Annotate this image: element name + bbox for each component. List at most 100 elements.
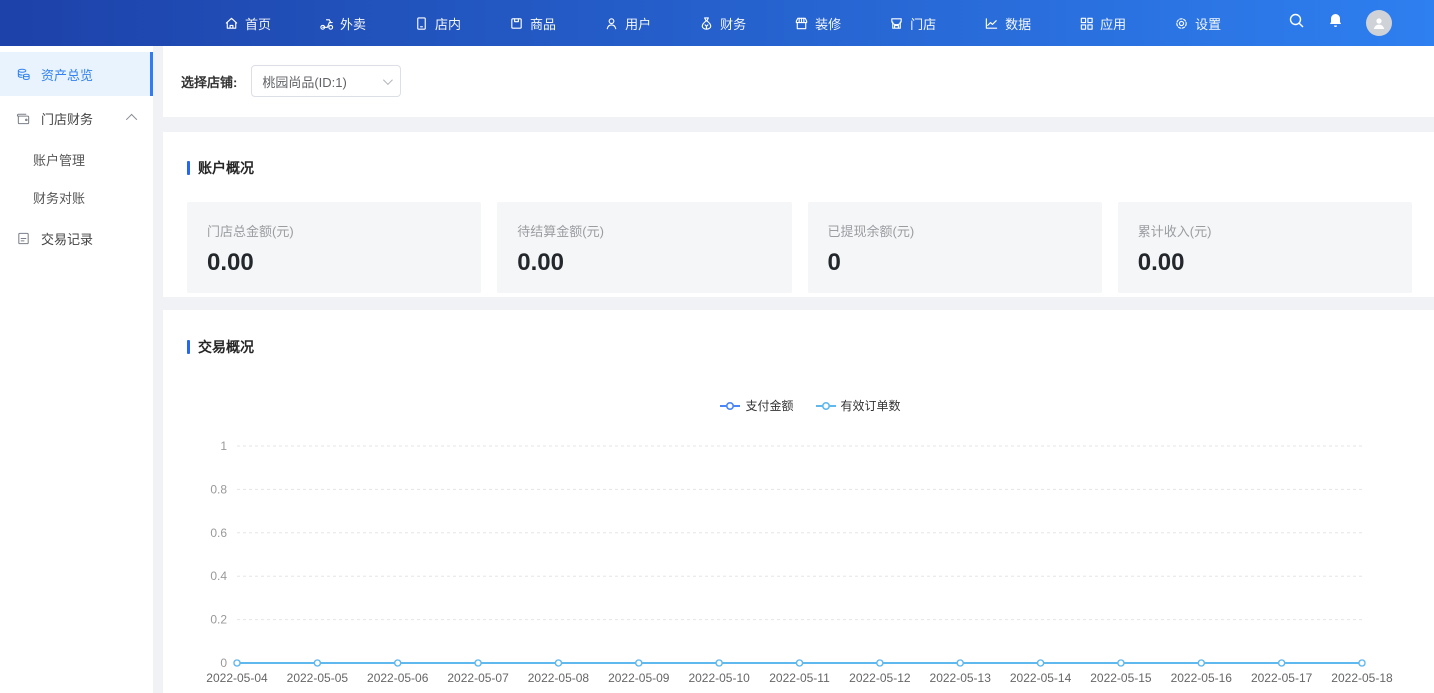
svg-text:1: 1 — [220, 439, 227, 453]
nav-item-label: 财务 — [720, 14, 746, 33]
svg-text:2022-05-05: 2022-05-05 — [287, 671, 349, 685]
stat-card-value: 0.00 — [1138, 249, 1392, 277]
stat-card-value: 0.00 — [207, 249, 461, 277]
svg-text:2022-05-09: 2022-05-09 — [608, 671, 670, 685]
stat-card-total-income: 累计收入(元) 0.00 — [1118, 202, 1412, 293]
user-icon — [604, 16, 619, 31]
nav-item-user[interactable]: 用户 — [580, 0, 675, 46]
sidebar-subitem-account-management[interactable]: 账户管理 — [0, 140, 153, 178]
chart-legend: 支付金额 有效订单数 — [187, 397, 1434, 414]
svg-text:2022-05-04: 2022-05-04 — [206, 671, 268, 685]
nav-item-store[interactable]: 门店 — [865, 0, 960, 46]
svg-text:2022-05-14: 2022-05-14 — [1010, 671, 1072, 685]
svg-text:2022-05-11: 2022-05-11 — [769, 671, 830, 685]
nav-item-label: 商品 — [530, 14, 556, 33]
account-overview-panel: 账户概况 门店总金额(元) 0.00 待结算金额(元) 0.00 已提现余额(元… — [163, 132, 1434, 297]
sidebar-item-store-finance[interactable]: 门店财务 — [0, 96, 153, 140]
svg-text:0.8: 0.8 — [210, 482, 227, 496]
stat-card-pending-settlement: 待结算金额(元) 0.00 — [497, 202, 791, 293]
line-chart-svg: 00.20.40.60.812022-05-042022-05-052022-0… — [163, 426, 1434, 688]
nav-item-home[interactable]: 首页 — [200, 0, 295, 46]
stat-cards-row: 门店总金额(元) 0.00 待结算金额(元) 0.00 已提现余额(元) 0 累… — [187, 202, 1412, 293]
nav-item-finance[interactable]: 财务 — [675, 0, 770, 46]
nav-item-label: 数据 — [1005, 14, 1031, 33]
sidebar-item-label: 门店财务 — [41, 109, 93, 128]
sidebar-item-transaction-records[interactable]: 交易记录 — [0, 216, 153, 260]
store-icon — [889, 16, 904, 31]
title-accent-bar — [187, 340, 190, 354]
nav-item-takeout[interactable]: 外卖 — [295, 0, 390, 46]
nav-right-tools — [1288, 10, 1434, 36]
transaction-overview-title: 交易概况 — [187, 337, 1434, 357]
stat-card-label: 门店总金额(元) — [207, 221, 461, 240]
goods-icon — [509, 16, 524, 31]
nav-item-goods[interactable]: 商品 — [485, 0, 580, 46]
stat-card-label: 累计收入(元) — [1138, 221, 1392, 240]
svg-text:0.4: 0.4 — [210, 569, 227, 583]
svg-text:2022-05-17: 2022-05-17 — [1251, 671, 1313, 685]
sidebar-subitem-finance-reconciliation[interactable]: 财务对账 — [0, 178, 153, 216]
svg-text:2022-05-16: 2022-05-16 — [1171, 671, 1233, 685]
store-select-dropdown[interactable]: 桃园尚品(ID:1) — [251, 65, 401, 97]
top-navbar: 首页 外卖 店内 商品 用户 财务 装修 门店 — [0, 0, 1434, 46]
svg-text:2022-05-07: 2022-05-07 — [447, 671, 509, 685]
title-accent-bar — [187, 161, 190, 175]
svg-text:2022-05-13: 2022-05-13 — [930, 671, 992, 685]
legend-line-icon — [720, 401, 740, 411]
chevron-up-icon — [126, 114, 137, 125]
nav-item-settings[interactable]: 设置 — [1150, 0, 1245, 46]
nav-item-label: 店内 — [435, 14, 461, 33]
chevron-down-icon — [383, 75, 393, 85]
stat-card-value: 0.00 — [517, 249, 771, 277]
account-overview-title: 账户概况 — [187, 158, 1412, 178]
stat-card-store-total: 门店总金额(元) 0.00 — [187, 202, 481, 293]
store-select-value: 桃园尚品(ID:1) — [262, 72, 347, 91]
home-icon — [224, 16, 239, 31]
sidebar-subitem-label: 财务对账 — [33, 188, 85, 207]
assets-icon — [16, 67, 31, 82]
sidebar-item-assets-overview[interactable]: 资产总览 — [0, 52, 153, 96]
nav-item-label: 用户 — [625, 14, 651, 33]
decorate-icon — [794, 16, 809, 31]
apps-icon — [1079, 16, 1094, 31]
takeout-icon — [319, 16, 334, 31]
search-icon[interactable] — [1288, 12, 1305, 34]
svg-text:0: 0 — [220, 656, 227, 670]
sidebar-subitem-label: 账户管理 — [33, 150, 85, 169]
nav-item-label: 门店 — [910, 14, 936, 33]
nav-item-apps[interactable]: 应用 — [1055, 0, 1150, 46]
main-content: 选择店铺: 桃园尚品(ID:1) 账户概况 门店总金额(元) 0.00 待结算金… — [153, 46, 1434, 693]
legend-label: 支付金额 — [745, 397, 793, 414]
section-title-text: 账户概况 — [198, 158, 254, 178]
records-icon — [16, 231, 31, 246]
notification-bell-icon[interactable] — [1327, 12, 1344, 34]
nav-item-decorate[interactable]: 装修 — [770, 0, 865, 46]
sidebar-item-label: 交易记录 — [41, 229, 93, 248]
legend-item-valid-orders[interactable]: 有效订单数 — [816, 397, 901, 414]
nav-item-label: 设置 — [1195, 14, 1221, 33]
section-title-text: 交易概况 — [198, 337, 254, 357]
user-avatar[interactable] — [1366, 10, 1392, 36]
store-filter-panel: 选择店铺: 桃园尚品(ID:1) — [163, 46, 1434, 117]
data-icon — [984, 16, 999, 31]
stat-card-withdrawn-balance: 已提现余额(元) 0 — [808, 202, 1102, 293]
nav-item-data[interactable]: 数据 — [960, 0, 1055, 46]
svg-text:0.6: 0.6 — [210, 526, 227, 540]
instore-icon — [414, 16, 429, 31]
nav-menu: 首页 外卖 店内 商品 用户 财务 装修 门店 — [200, 0, 1245, 46]
transaction-overview-panel: 交易概况 支付金额 有效订单数 00.20.40.60.812022-05-04… — [163, 310, 1434, 693]
svg-text:2022-05-18: 2022-05-18 — [1331, 671, 1393, 685]
sidebar: 资产总览 门店财务 账户管理 财务对账 交易记录 — [0, 46, 153, 693]
store-select-label: 选择店铺: — [181, 72, 237, 91]
legend-item-payment-amount[interactable]: 支付金额 — [720, 397, 793, 414]
nav-item-label: 装修 — [815, 14, 841, 33]
nav-item-instore[interactable]: 店内 — [390, 0, 485, 46]
line-chart[interactable]: 00.20.40.60.812022-05-042022-05-052022-0… — [163, 426, 1434, 693]
nav-item-label: 应用 — [1100, 14, 1126, 33]
legend-label: 有效订单数 — [841, 397, 901, 414]
wallet-icon — [16, 111, 31, 126]
sidebar-item-label: 资产总览 — [41, 65, 93, 84]
stat-card-value: 0 — [828, 249, 1082, 277]
nav-item-label: 首页 — [245, 14, 271, 33]
stat-card-label: 待结算金额(元) — [517, 221, 771, 240]
